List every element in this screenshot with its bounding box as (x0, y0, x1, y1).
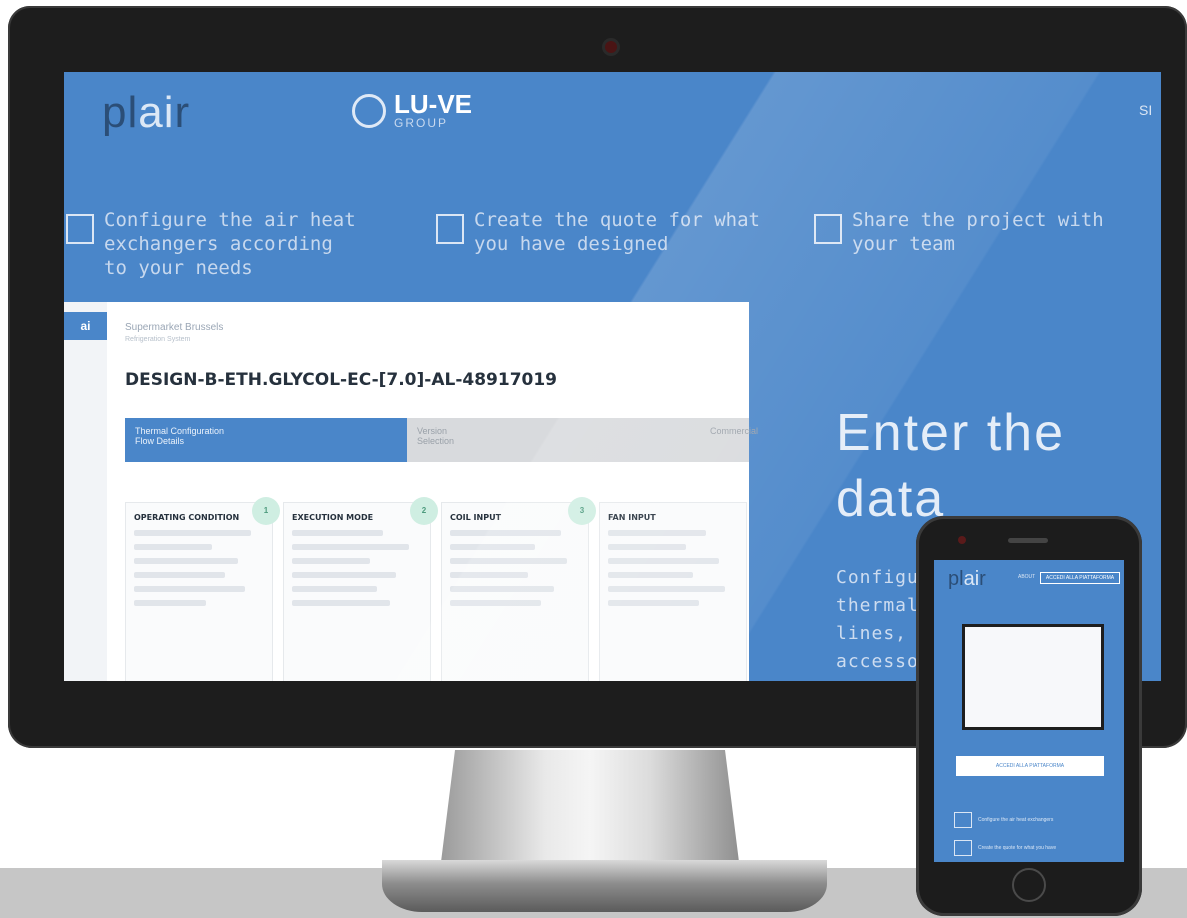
table-icon (66, 214, 94, 244)
plair-logo[interactable]: plair (102, 88, 190, 138)
step-sub: Selection (417, 436, 455, 446)
feature-text: Share the project with your team (852, 209, 1104, 255)
card-title: FAN INPUT (608, 513, 656, 522)
step-label: Version (417, 426, 448, 436)
phone-feature-configure: Configure the air heat exchangers (954, 812, 1053, 828)
breadcrumb[interactable]: Supermarket Brussels (125, 322, 223, 333)
phone-top-button[interactable]: ACCEDI ALLA PIATTAFORMA (1040, 572, 1120, 584)
input-cards: OPERATING CONDITION 1 EXECUTION MODE 2 C… (125, 497, 749, 681)
feature-text: Configure the air heat exchangers accord… (104, 209, 356, 279)
phone-feature-text: Create the quote for what you have (978, 845, 1057, 851)
card-operating-condition[interactable]: OPERATING CONDITION 1 (125, 497, 280, 681)
card-step-badge: 3 (568, 497, 596, 525)
phone-speaker (1008, 538, 1048, 543)
monitor-stand-base (382, 860, 827, 912)
phone-feature-quote: Create the quote for what you have (954, 840, 1056, 856)
feature-configure: Configure the air heat exchangers accord… (66, 208, 366, 280)
feature-quote: Create the quote for what you have desig… (436, 208, 766, 256)
phone-screen: plair ABOUT ACCEDI ALLA PIATTAFORMA ACCE… (934, 560, 1124, 862)
phone-home-button[interactable] (1012, 868, 1046, 902)
card-coil-input[interactable]: COIL INPUT 3 (441, 497, 596, 681)
card-step-badge: 1 (252, 497, 280, 525)
card-fields (292, 530, 422, 606)
breadcrumb-sub: Refrigeration System (125, 336, 191, 343)
card-title: EXECUTION MODE (292, 513, 374, 522)
phone-nav-link[interactable]: ABOUT (1018, 574, 1035, 580)
luve-name: LU-VE (394, 89, 472, 119)
phone-app-screenshot (962, 624, 1104, 730)
phone-feature-text: Configure the air heat exchangers (978, 817, 1054, 823)
table-icon (954, 812, 972, 828)
card-title: OPERATING CONDITION (134, 513, 240, 522)
step-label: Thermal Configuration (135, 426, 225, 436)
luve-group-logo: LU-VE GROUP (352, 89, 472, 130)
step-version[interactable]: Version Selection (417, 426, 454, 446)
card-step-badge: 2 (410, 497, 438, 525)
feature-text: Create the quote for what you have desig… (474, 209, 760, 255)
card-execution-mode[interactable]: EXECUTION MODE 2 (283, 497, 438, 681)
webcam-icon (605, 41, 617, 53)
share-icon (814, 214, 842, 244)
app-preview-panel: Supermarket Brussels Refrigeration Syste… (107, 302, 758, 681)
phone-plair-logo[interactable]: plair (948, 568, 986, 591)
feature-share: Share the project with your team (814, 208, 1104, 256)
card-fields (608, 530, 738, 606)
luve-emblem-icon (352, 94, 386, 128)
hero-title: Enter the data (836, 400, 1065, 532)
card-title: COIL INPUT (450, 513, 502, 522)
hero-line: Enter the (836, 404, 1066, 462)
card-fields (450, 530, 580, 606)
smartphone: plair ABOUT ACCEDI ALLA PIATTAFORMA ACCE… (916, 516, 1142, 916)
monitor-stand-neck (440, 750, 740, 870)
signin-link[interactable]: SI (1139, 102, 1152, 118)
phone-camera-icon (958, 536, 966, 544)
card-fields (134, 530, 264, 606)
phone-cta-button[interactable]: ACCEDI ALLA PIATTAFORMA (956, 756, 1104, 776)
app-sidebar: ai (64, 302, 107, 681)
sidebar-logo[interactable]: ai (64, 312, 107, 340)
step-bar: Thermal Configuration Flow Details Versi… (125, 418, 758, 462)
step-sub: Flow Details (135, 436, 185, 446)
design-title: DESIGN-B-ETH.GLYCOL-EC-[7.0]-AL-48917019 (125, 370, 558, 390)
step-commercial[interactable]: Commercial (710, 426, 758, 436)
card-fan-input[interactable]: FAN INPUT (599, 502, 747, 681)
document-icon (436, 214, 464, 244)
document-icon (954, 840, 972, 856)
step-thermal-configuration[interactable]: Thermal Configuration Flow Details (125, 418, 407, 462)
